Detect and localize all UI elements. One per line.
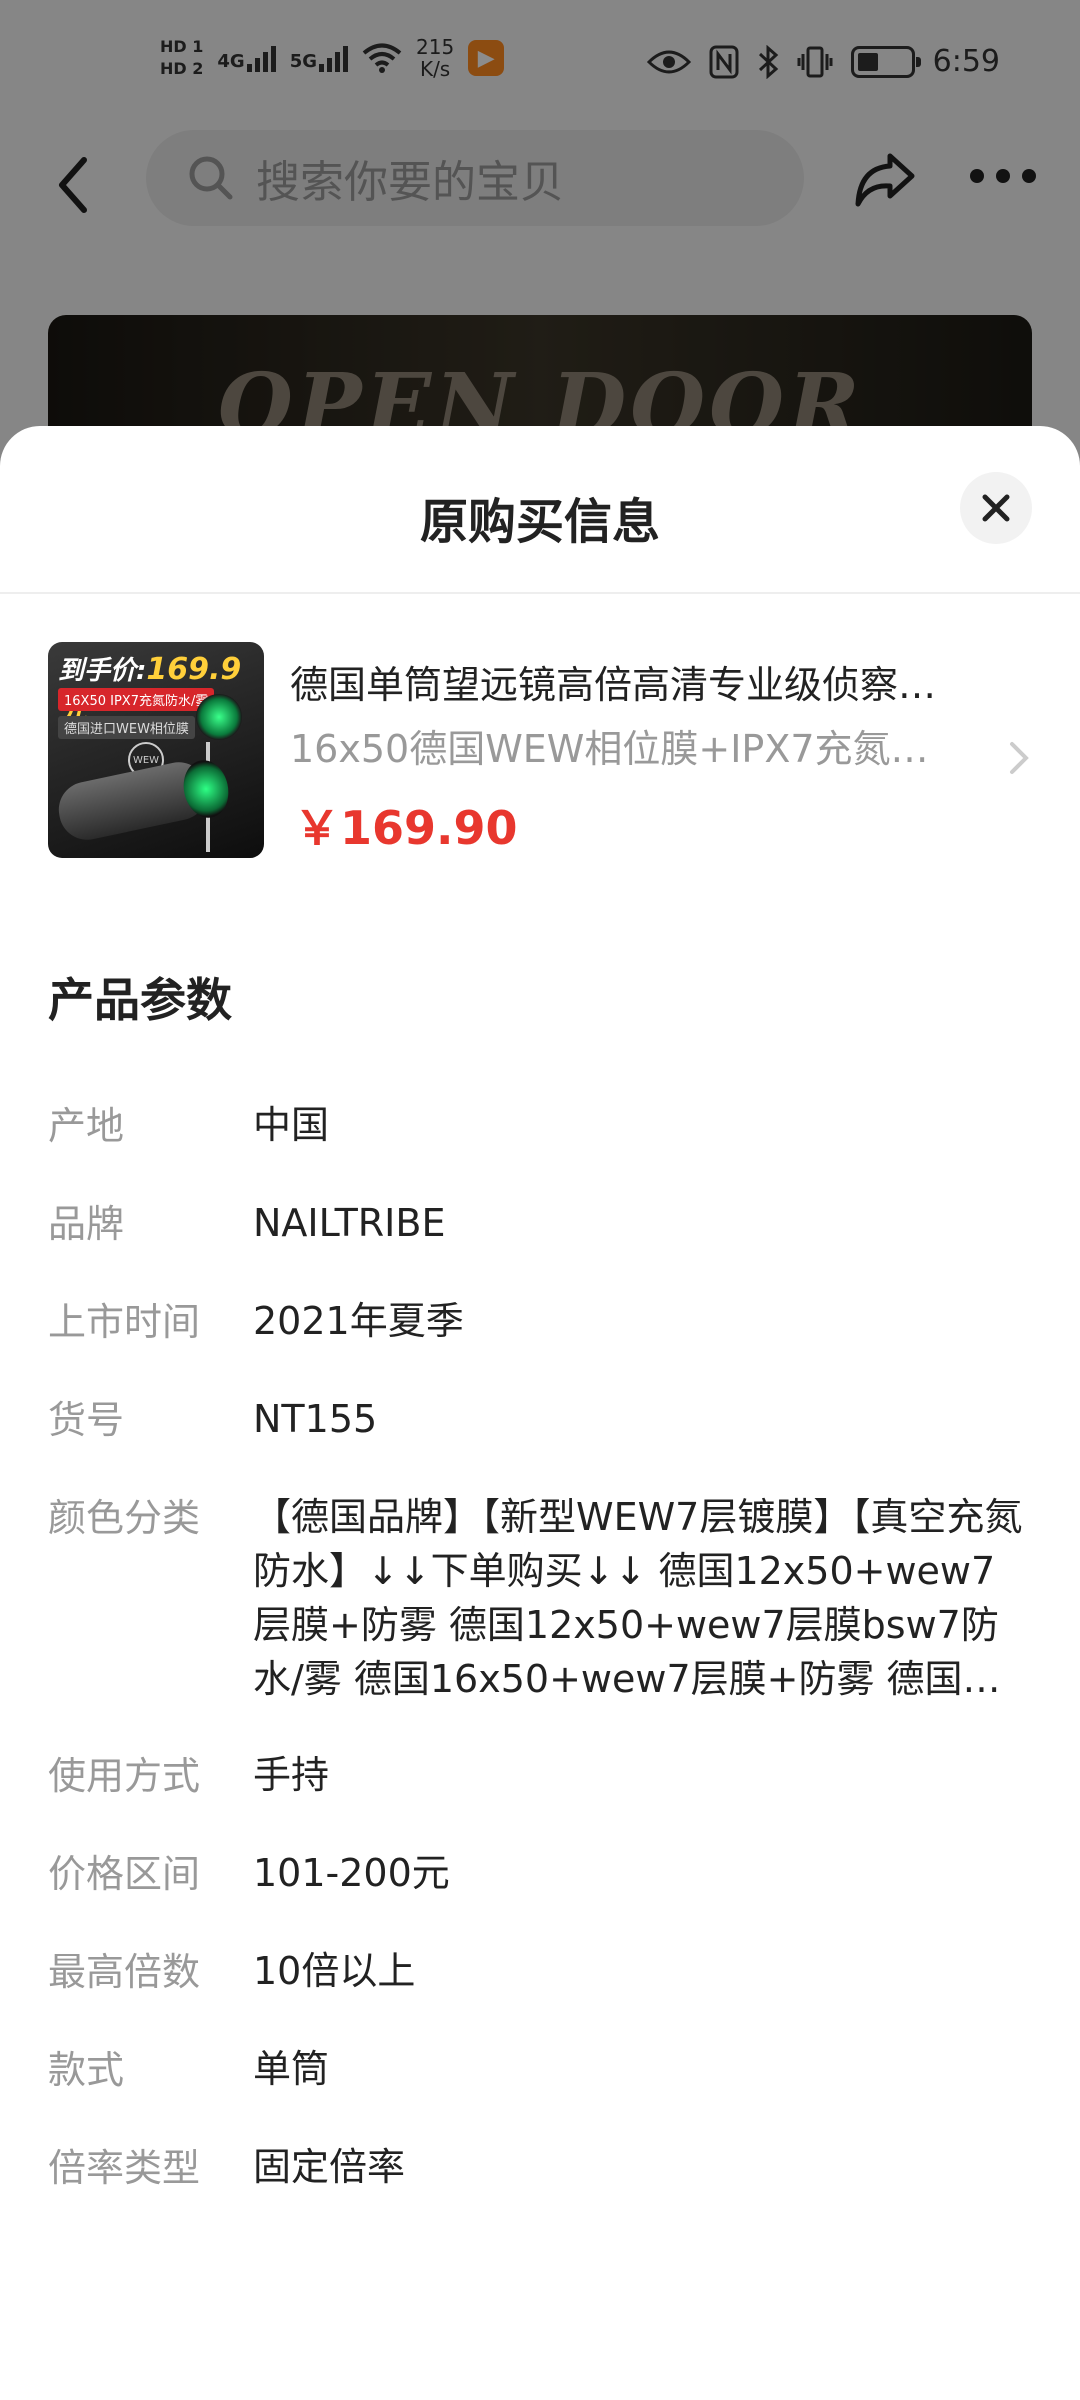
sheet-title: 原购买信息 <box>419 494 660 550</box>
product-thumbnail: 到手价:169.9元 16X50 IPX7充氮防水/雾 德国进口WEW相位膜 W… <box>48 642 264 858</box>
param-row-magnification-type: 倍率类型 固定倍率 <box>48 2140 1032 2196</box>
param-row-origin: 产地 中国 <box>48 1098 1032 1154</box>
param-value: 10倍以上 <box>253 1949 416 1993</box>
params-section-title: 产品参数 <box>48 973 232 1027</box>
scope-eyepiece <box>196 694 242 740</box>
param-row-item-number: 货号 NT155 <box>48 1392 1032 1448</box>
param-label: 价格区间 <box>48 1852 201 1896</box>
param-value: 单筒 <box>253 2047 330 2091</box>
param-value: 101-200元 <box>253 1851 450 1895</box>
param-value: 【德国品牌】【新型WEW7层镀膜】【真空充氮防水】↓↓下单购买↓↓ 德国12x5… <box>253 1495 1023 1701</box>
thumb-tag-coating: 德国进口WEW相位膜 <box>58 716 195 739</box>
purchase-info-sheet: 原购买信息 到手价:169.9元 16X50 IPX7充氮防水/雾 德国进口WE… <box>0 426 1080 2400</box>
param-row-price-range: 价格区间 101-200元 <box>48 1846 1032 1902</box>
param-row-color-category: 颜色分类 【德国品牌】【新型WEW7层镀膜】【真空充氮防水】↓↓下单购买↓↓ 德… <box>48 1490 1032 1706</box>
param-label: 产地 <box>48 1104 125 1148</box>
param-label: 最高倍数 <box>48 1950 201 1994</box>
param-value: NT155 <box>253 1397 378 1441</box>
param-label: 使用方式 <box>48 1754 201 1798</box>
product-price: ￥169.90 <box>294 801 518 855</box>
thumb-tag-waterproof: 16X50 IPX7充氮防水/雾 <box>58 688 215 711</box>
thumb-price-prefix: 到手价: <box>58 656 147 686</box>
product-title: 德国单筒望远镜高倍高清专业级侦察… <box>290 663 937 707</box>
param-label: 倍率类型 <box>48 2146 201 2190</box>
product-card[interactable]: 到手价:169.9元 16X50 IPX7充氮防水/雾 德国进口WEW相位膜 W… <box>48 642 1032 860</box>
params-list: 产地 中国 品牌 NAILTRIBE 上市时间 2021年夏季 货号 NT155… <box>48 1098 1032 2238</box>
param-label: 品牌 <box>48 1202 125 1246</box>
param-label: 颜色分类 <box>48 1496 201 1540</box>
param-label: 款式 <box>48 2048 125 2092</box>
param-row-brand: 品牌 NAILTRIBE <box>48 1196 1032 1252</box>
param-row-usage: 使用方式 手持 <box>48 1748 1032 1804</box>
param-label: 货号 <box>48 1398 125 1442</box>
close-button[interactable] <box>960 472 1032 544</box>
param-label: 上市时间 <box>48 1300 201 1344</box>
param-row-max-magnification: 最高倍数 10倍以上 <box>48 1944 1032 2000</box>
product-sku: 16x50德国WEW相位膜+IPX7充氮… <box>290 727 929 771</box>
chevron-right-icon <box>1010 742 1029 774</box>
sheet-header: 原购买信息 <box>0 426 1080 594</box>
param-value: 2021年夏季 <box>253 1299 464 1343</box>
param-value: NAILTRIBE <box>253 1201 446 1245</box>
close-icon <box>982 494 1010 522</box>
param-value: 中国 <box>253 1103 330 1147</box>
param-value: 固定倍率 <box>253 2145 406 2189</box>
param-row-style: 款式 单筒 <box>48 2042 1032 2098</box>
param-row-release-time: 上市时间 2021年夏季 <box>48 1294 1032 1350</box>
param-value: 手持 <box>253 1753 330 1797</box>
